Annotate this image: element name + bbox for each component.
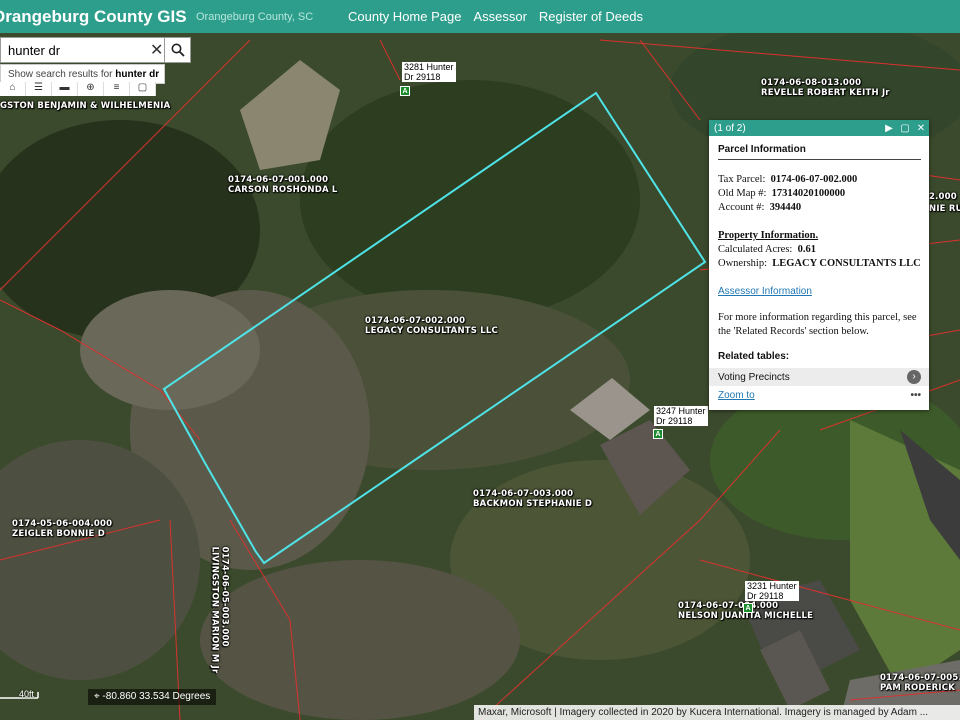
- scale-label: 40ft: [19, 689, 35, 699]
- search-input[interactable]: [8, 42, 148, 58]
- related-voting-precincts[interactable]: Voting Precincts ›: [709, 368, 929, 386]
- parcel-label-partial: GSTON BENJAMIN & WILHELMENIA: [0, 101, 171, 111]
- attribution: Maxar, Microsoft | Imagery collected in …: [474, 705, 960, 720]
- tax-parcel-row: Tax Parcel: 0174-06-07-002.000: [718, 174, 858, 185]
- account-row: Account #: 394440: [718, 202, 802, 213]
- search-widget: ✕: [0, 37, 191, 63]
- nav-county-home-page[interactable]: County Home Page: [348, 9, 461, 24]
- app-title: Orangeburg County GIS: [0, 6, 187, 26]
- ownership-row: Ownership: LEGACY CONSULTANTS LLC: [718, 258, 921, 269]
- address-point-icon[interactable]: A: [400, 86, 410, 96]
- parcel-label: 0174-06-08-013.000 REVELLE ROBERT KEITH J…: [761, 78, 890, 98]
- chevron-right-icon: ›: [907, 370, 921, 384]
- parcel-label-partial: 2.000: [929, 192, 957, 202]
- coordinate-readout: ⌖ -80.860 33.534 Degrees: [88, 689, 217, 705]
- popup-count: (1 of 2): [714, 122, 746, 134]
- app-subtitle: Orangeburg County, SC: [196, 10, 314, 23]
- print-icon[interactable]: ▬: [52, 82, 78, 96]
- assessor-information-link[interactable]: Assessor Information: [718, 286, 812, 297]
- old-map-row: Old Map #: 17314020100000: [718, 188, 846, 199]
- zoom-to-link[interactable]: Zoom to: [718, 390, 910, 401]
- parcel-label: 0174-06-07-001.000 CARSON ROSHONDA L: [228, 175, 338, 195]
- maximize-icon[interactable]: ▢: [897, 123, 913, 134]
- nav-assessor[interactable]: Assessor: [473, 9, 526, 24]
- address-point-icon[interactable]: A: [653, 429, 663, 439]
- popup-title: Parcel Information: [718, 144, 921, 160]
- parcel-label: 0174-05-06-004.000 ZEIGLER BONNIE D: [12, 519, 113, 539]
- layers-icon[interactable]: ≡: [104, 82, 130, 96]
- list-icon[interactable]: ☰: [26, 82, 52, 96]
- parcel-label-vertical: 0174-06-05-003.000 LIVINGSTON MARION M Jr: [209, 546, 230, 674]
- search-button[interactable]: [165, 37, 191, 63]
- search-icon: [171, 43, 185, 57]
- more-info-text: For more information regarding this parc…: [718, 312, 917, 337]
- measure-icon[interactable]: ⊕: [78, 82, 104, 96]
- close-icon[interactable]: ✕: [913, 123, 929, 134]
- parcel-popup: (1 of 2) ▶ ▢ ✕ Parcel Information Tax Pa…: [709, 120, 929, 410]
- share-icon[interactable]: ▢: [130, 82, 156, 96]
- address-point-icon[interactable]: A: [743, 603, 753, 613]
- address-label: 3247 Hunter Dr 29118: [654, 406, 708, 426]
- parcel-label-selected: 0174-06-07-002.000 LEGACY CONSULTANTS LLC: [365, 316, 498, 336]
- address-label: 3281 Hunter Dr 29118: [402, 62, 456, 82]
- app-header: Orangeburg County GIS Orangeburg County,…: [0, 0, 960, 33]
- popup-header: (1 of 2) ▶ ▢ ✕: [709, 120, 929, 136]
- property-heading: Property Information.: [718, 230, 819, 241]
- search-box: ✕: [0, 37, 165, 63]
- parcel-label-partial: NIE RU: [929, 204, 960, 214]
- more-options-icon[interactable]: •••: [910, 390, 921, 401]
- nav-register-of-deeds[interactable]: Register of Deeds: [539, 9, 643, 24]
- home-icon[interactable]: ⌂: [0, 82, 26, 96]
- address-label: 3231 Hunter Dr 29118: [745, 581, 799, 601]
- clear-icon[interactable]: ✕: [150, 40, 163, 60]
- map-toolbar: ⌂ ☰ ▬ ⊕ ≡ ▢: [0, 82, 160, 96]
- next-feature-icon[interactable]: ▶: [881, 123, 897, 134]
- related-tables-heading: Related tables:: [718, 351, 790, 362]
- parcel-label: 0174-06-07-003.000 BACKMON STEPHANIE D: [473, 489, 593, 509]
- search-suggestion[interactable]: Show search results for hunter dr: [0, 64, 165, 84]
- parcel-label: 0174-06-07-005.000PAM RODERICK: [880, 673, 960, 693]
- acres-row: Calculated Acres: 0.61: [718, 244, 816, 255]
